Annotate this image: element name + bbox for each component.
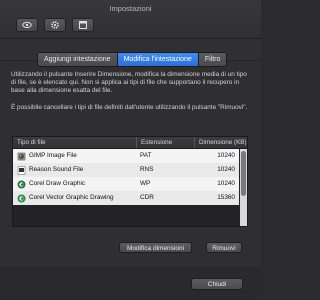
window-icon[interactable] xyxy=(72,18,94,32)
reason-file-icon xyxy=(17,165,26,175)
description-paragraph-1: Utilizzando il pulsante Inserire Dimensi… xyxy=(11,71,247,95)
file-extension: PAT xyxy=(140,152,152,159)
file-type-name: Reason Sound File xyxy=(29,166,84,173)
file-extension: CDR xyxy=(140,194,154,201)
file-extension: WP xyxy=(140,180,151,187)
gear-icon[interactable] xyxy=(44,18,66,32)
file-type-name: GIMP Image File xyxy=(29,152,77,159)
eye-icon[interactable] xyxy=(16,18,38,32)
table-row[interactable]: GIMP Image File PAT 10240 xyxy=(13,149,239,163)
table-row[interactable]: Corel Vector Graphic Drawing CDR 15360 xyxy=(13,191,239,205)
file-type-name: Corel Draw Graphic xyxy=(29,180,86,187)
file-size: 10240 xyxy=(217,166,235,173)
corel-draw-icon xyxy=(17,180,26,189)
tab-filter[interactable]: Filtro xyxy=(198,53,227,66)
description-paragraph-2: È possibile cancellare i tipi di file de… xyxy=(11,103,248,111)
file-type-name: Corel Vector Graphic Drawing xyxy=(29,194,114,201)
file-size: 10240 xyxy=(217,180,235,187)
settings-window: Impostazioni Aggiungi intestazione Modif… xyxy=(0,0,261,300)
toolbar-divider xyxy=(0,38,261,39)
table-row[interactable]: Corel Draw Graphic WP 10240 xyxy=(13,177,239,191)
file-size: 10240 xyxy=(217,152,235,159)
tab-add-header[interactable]: Aggiungi intestazione xyxy=(38,53,118,66)
tab-bar: Aggiungi intestazione Modifica l'intesta… xyxy=(37,52,228,67)
table-header: Tipo di file Estensione Dimensione (KB) xyxy=(13,137,247,149)
column-header-size[interactable]: Dimensione (KB) xyxy=(195,137,247,148)
column-header-file-type[interactable]: Tipo di file xyxy=(13,137,137,148)
table-row[interactable]: Reason Sound File RNS 10240 xyxy=(13,163,239,177)
scrollbar-thumb[interactable] xyxy=(241,151,246,196)
file-size: 15360 xyxy=(217,194,235,201)
modify-size-button[interactable]: Modifica dimensioni xyxy=(119,242,192,253)
column-header-extension[interactable]: Estensione xyxy=(137,137,195,148)
corel-vector-icon xyxy=(17,194,26,203)
file-extension: RNS xyxy=(140,166,154,173)
toolbar xyxy=(16,18,94,34)
gimp-file-icon xyxy=(17,152,26,161)
remove-button[interactable]: Rimuovi xyxy=(206,242,242,253)
window-title: Impostazioni xyxy=(109,4,152,13)
file-types-table: Tipo di file Estensione Dimensione (KB) … xyxy=(12,136,248,227)
tab-edit-header[interactable]: Modifica l'intestazione xyxy=(117,53,199,66)
close-button[interactable]: Chiudi xyxy=(191,278,243,290)
table-scrollbar[interactable] xyxy=(240,149,247,226)
description: Utilizzando il pulsante Inserire Dimensi… xyxy=(11,71,251,120)
